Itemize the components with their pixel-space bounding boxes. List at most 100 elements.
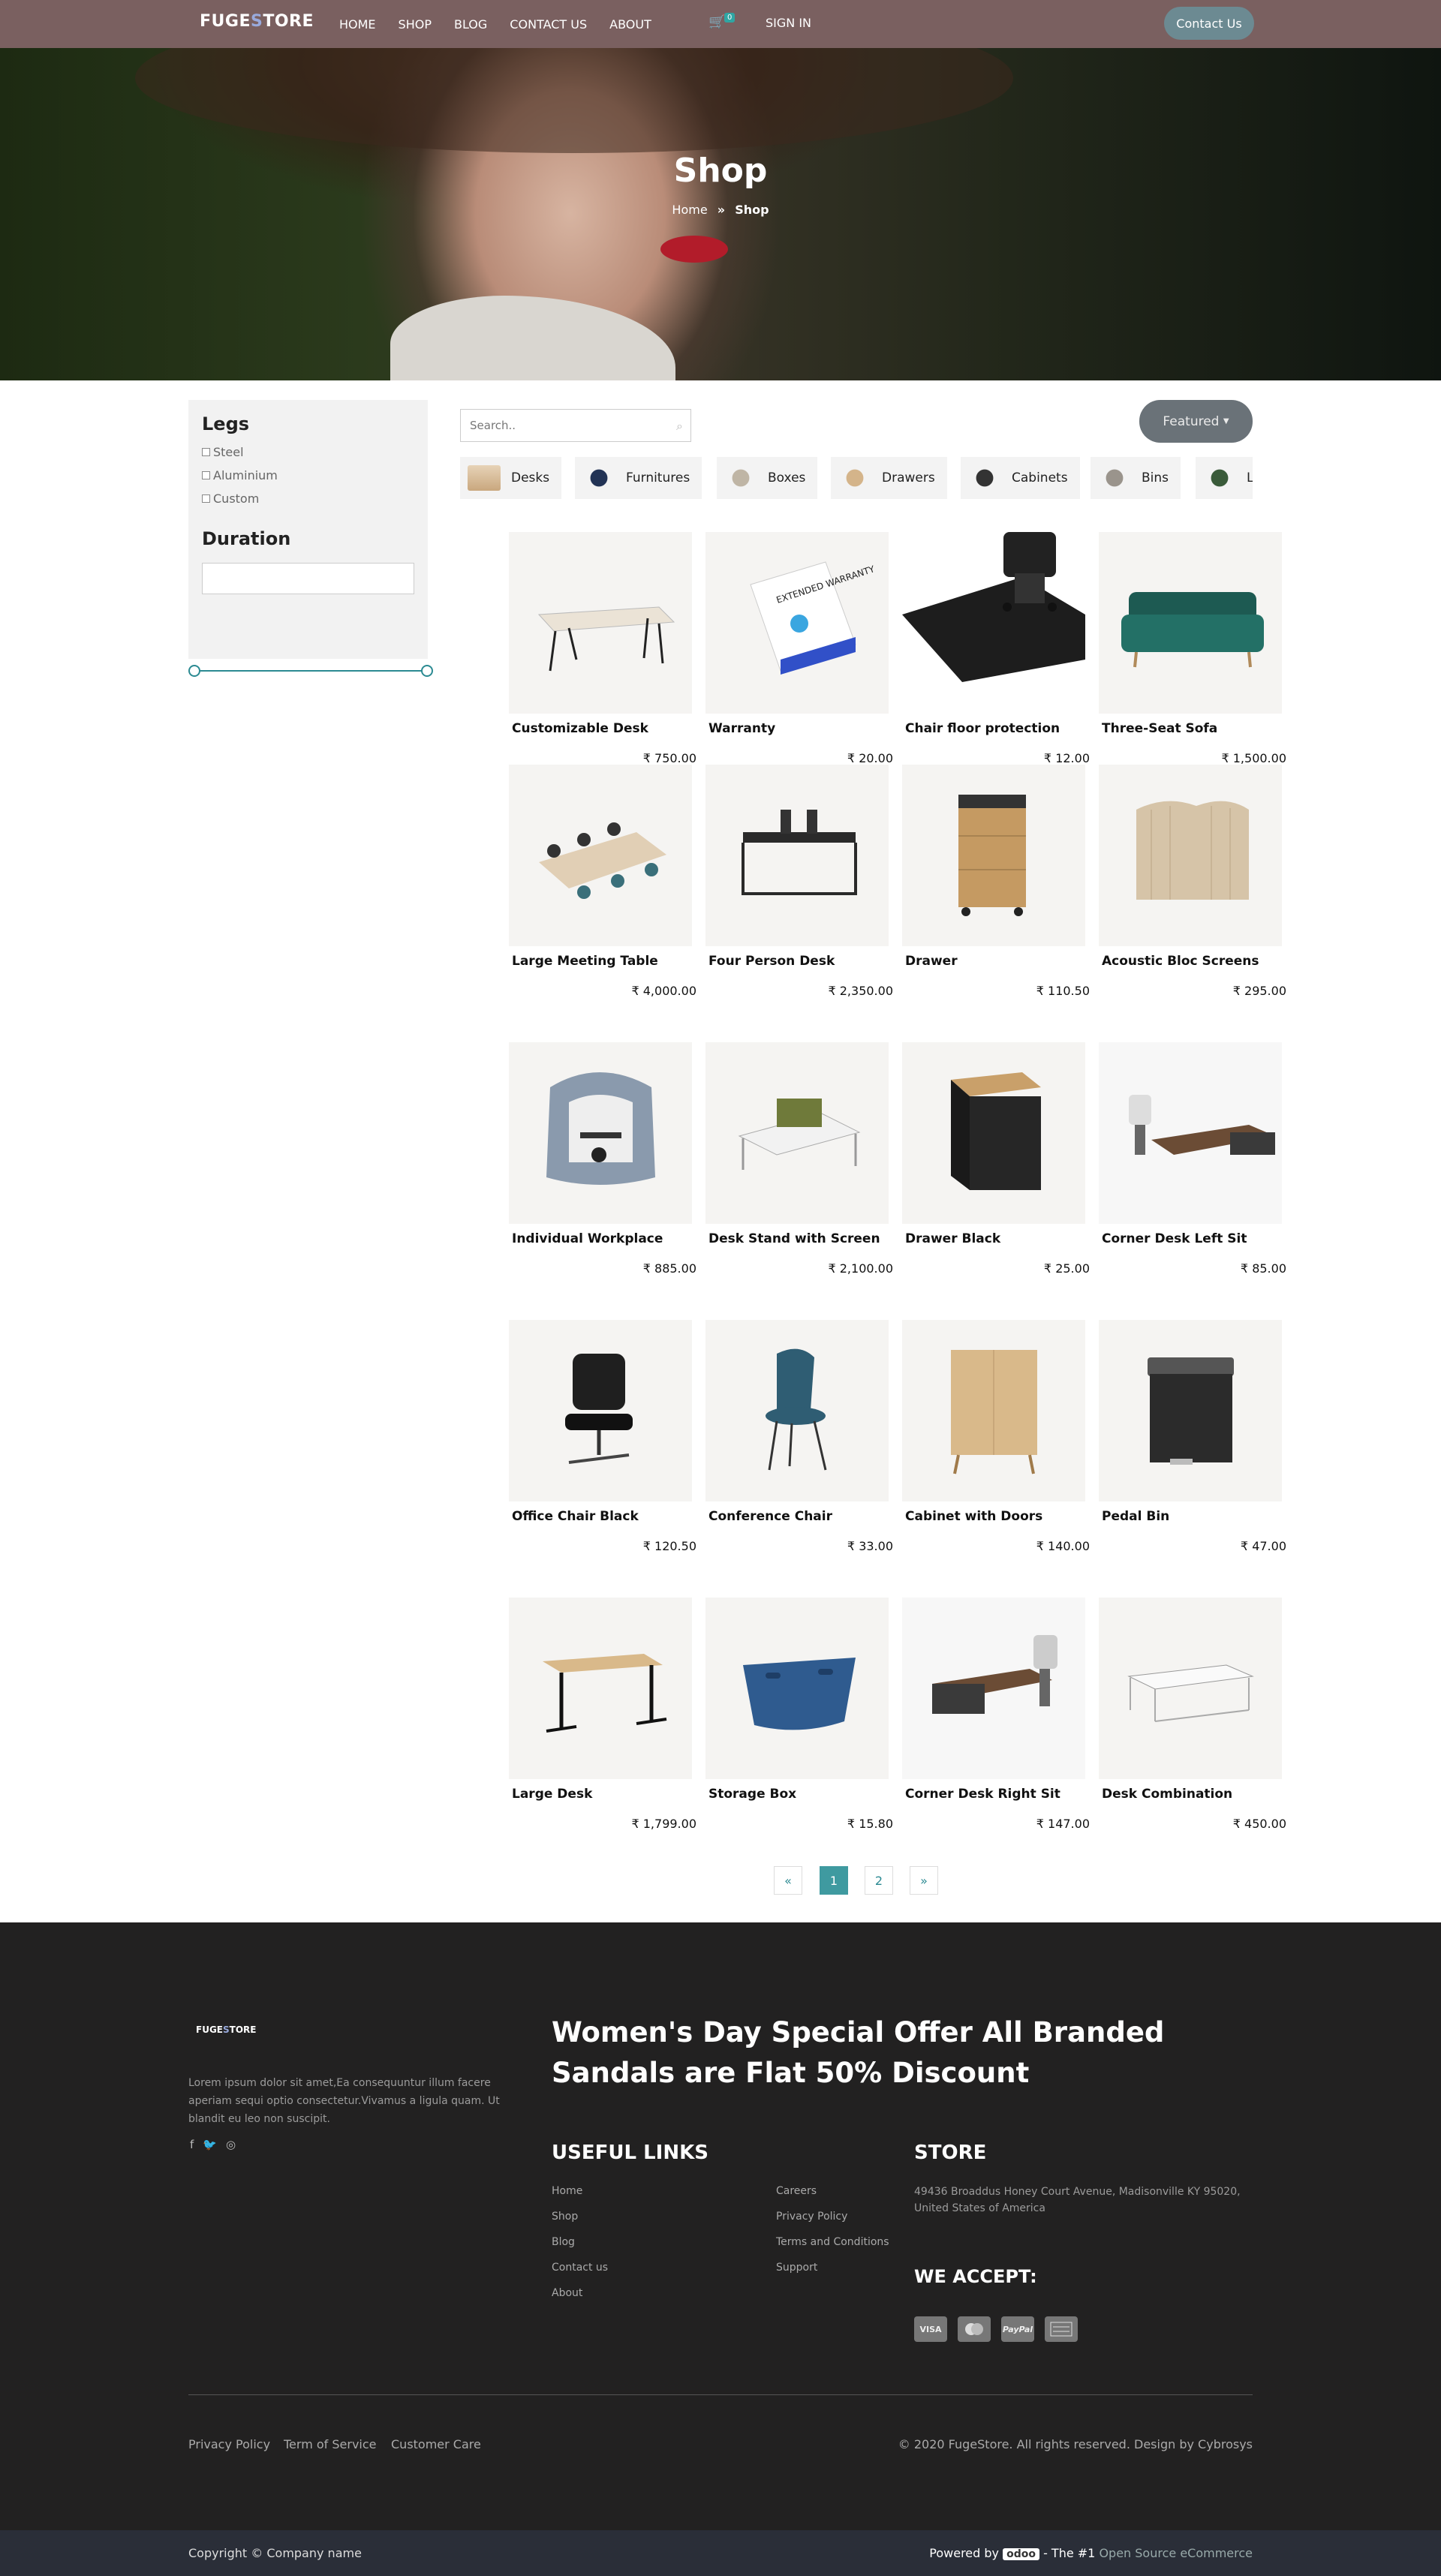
breadcrumb-home[interactable]: Home <box>672 203 707 217</box>
product-name[interactable]: Acoustic Bloc Screens <box>1102 954 1259 969</box>
product-price: ₹ 1,799.00 <box>631 1817 696 1831</box>
product-name[interactable]: Cabinet with Doors <box>905 1509 1042 1524</box>
pagination-next[interactable]: » <box>910 1866 938 1895</box>
pagination-page-2[interactable]: 2 <box>865 1866 893 1895</box>
product-name[interactable]: Three-Seat Sofa <box>1102 721 1217 736</box>
pagination-prev[interactable]: « <box>774 1866 802 1895</box>
product-name[interactable]: Corner Desk Right Sit <box>905 1787 1060 1802</box>
product-image[interactable] <box>902 765 1085 946</box>
checkbox[interactable] <box>202 448 210 456</box>
product-name[interactable]: Desk Combination <box>1102 1787 1232 1802</box>
product-image[interactable] <box>1099 1320 1282 1501</box>
product-image[interactable] <box>1099 1598 1282 1779</box>
product-name[interactable]: Four Person Desk <box>708 954 835 969</box>
product-image[interactable] <box>509 532 692 714</box>
product-name[interactable]: Drawer Black <box>905 1231 1000 1246</box>
filter-steel[interactable]: Steel <box>202 445 414 459</box>
category-thumb <box>724 465 757 491</box>
duration-input[interactable] <box>202 563 414 594</box>
search-input[interactable]: Search.. ⌕ <box>460 409 691 442</box>
product-image[interactable] <box>1099 765 1282 946</box>
product-image[interactable] <box>705 1320 889 1501</box>
footer-link-home[interactable]: Home <box>552 2185 582 2197</box>
twitter-icon[interactable]: 🐦 <box>203 2138 217 2151</box>
category-more[interactable]: L <box>1196 457 1253 499</box>
footer-link-about[interactable]: About <box>552 2287 582 2299</box>
duration-range-slider[interactable] <box>188 665 433 677</box>
instagram-icon[interactable]: ◎ <box>226 2138 236 2151</box>
product-image[interactable] <box>1099 532 1282 714</box>
product-image[interactable] <box>509 1598 692 1779</box>
slider-min-handle[interactable] <box>188 665 200 677</box>
nav-contact-link[interactable]: CONTACT US <box>510 17 587 32</box>
pagination-page-1[interactable]: 1 <box>820 1866 848 1895</box>
product-name[interactable]: Corner Desk Left Sit <box>1102 1231 1247 1246</box>
product-image[interactable] <box>902 1042 1085 1224</box>
contact-us-button[interactable]: Contact Us <box>1164 7 1254 40</box>
product-image[interactable] <box>1099 1042 1282 1224</box>
category-furnitures[interactable]: Furnitures <box>575 457 702 499</box>
footer-bottom-care[interactable]: Customer Care <box>391 2437 481 2451</box>
nav-home-link[interactable]: HOME <box>339 17 376 32</box>
category-cabinets[interactable]: Cabinets <box>961 457 1080 499</box>
category-thumb <box>468 465 501 491</box>
footer-link-blog[interactable]: Blog <box>552 2236 575 2248</box>
site-logo[interactable]: FUGESTORE <box>200 12 314 31</box>
category-boxes[interactable]: Boxes <box>717 457 818 499</box>
product-name[interactable]: Office Chair Black <box>512 1509 639 1524</box>
product-image[interactable] <box>902 532 1085 714</box>
product-image[interactable] <box>705 765 889 946</box>
promo-headline: Women's Day Special Offer All Branded Sa… <box>552 2016 1165 2089</box>
footer-link-privacy[interactable]: Privacy Policy <box>776 2211 847 2223</box>
footer-link-careers[interactable]: Careers <box>776 2185 817 2197</box>
hero-image-hat <box>135 48 1013 153</box>
product-name[interactable]: Large Meeting Table <box>512 954 658 969</box>
footer-link-support[interactable]: Support <box>776 2262 817 2274</box>
product-image[interactable] <box>509 1320 692 1501</box>
footer-logo[interactable]: FUGESTORE <box>196 2024 256 2035</box>
bottom-bar: Copyright © Company name Powered by odoo… <box>0 2530 1441 2576</box>
product-name[interactable]: Storage Box <box>708 1787 796 1802</box>
cart-button[interactable]: 🛒 0 <box>708 13 736 30</box>
product-name[interactable]: Customizable Desk <box>512 721 648 736</box>
slider-max-handle[interactable] <box>421 665 433 677</box>
product-name[interactable]: Desk Stand with Screen <box>708 1231 880 1246</box>
search-icon[interactable]: ⌕ <box>676 419 683 434</box>
product-image[interactable] <box>902 1320 1085 1501</box>
open-source-ecommerce-link[interactable]: Open Source eCommerce <box>1099 2546 1253 2560</box>
product-image[interactable] <box>509 1042 692 1224</box>
footer-bottom-terms[interactable]: Term of Service <box>284 2437 377 2451</box>
product-name[interactable]: Drawer <box>905 954 958 969</box>
product-image[interactable] <box>509 765 692 946</box>
nav-about-link[interactable]: ABOUT <box>609 17 651 32</box>
sort-dropdown[interactable]: Featured ▼ <box>1139 400 1253 443</box>
product-image[interactable]: EXTENDED WARRANTY <box>705 532 889 714</box>
nav-blog-link[interactable]: BLOG <box>454 17 487 32</box>
category-bins[interactable]: Bins <box>1091 457 1181 499</box>
footer-link-contact[interactable]: Contact us <box>552 2262 608 2274</box>
category-drawers[interactable]: Drawers <box>831 457 947 499</box>
product-image[interactable] <box>902 1598 1085 1779</box>
checkbox[interactable] <box>202 471 210 479</box>
odoo-logo[interactable]: odoo <box>1003 2548 1039 2560</box>
top-navbar: FUGESTORE HOME SHOP BLOG CONTACT US ABOU… <box>0 0 1441 48</box>
product-name[interactable]: Large Desk <box>512 1787 592 1802</box>
product-image[interactable] <box>705 1598 889 1779</box>
product-name[interactable]: Warranty <box>708 721 775 736</box>
facebook-icon[interactable]: f <box>190 2138 194 2151</box>
checkbox[interactable] <box>202 494 210 503</box>
product-name[interactable]: Conference Chair <box>708 1509 832 1524</box>
filter-aluminium[interactable]: Aluminium <box>202 468 414 482</box>
product-name[interactable]: Pedal Bin <box>1102 1509 1169 1524</box>
filter-custom[interactable]: Custom <box>202 491 414 506</box>
footer-link-terms[interactable]: Terms and Conditions <box>776 2236 889 2248</box>
product-name[interactable]: Individual Workplace <box>512 1231 663 1246</box>
product-price: ₹ 1,500.00 <box>1221 751 1286 765</box>
nav-shop-link[interactable]: SHOP <box>399 17 432 32</box>
product-name[interactable]: Chair floor protection <box>905 721 1060 736</box>
footer-link-shop[interactable]: Shop <box>552 2211 578 2223</box>
sign-in-link[interactable]: SIGN IN <box>766 16 811 30</box>
product-image[interactable] <box>705 1042 889 1224</box>
category-desks[interactable]: Desks <box>460 457 562 499</box>
footer-bottom-privacy[interactable]: Privacy Policy <box>188 2437 270 2451</box>
